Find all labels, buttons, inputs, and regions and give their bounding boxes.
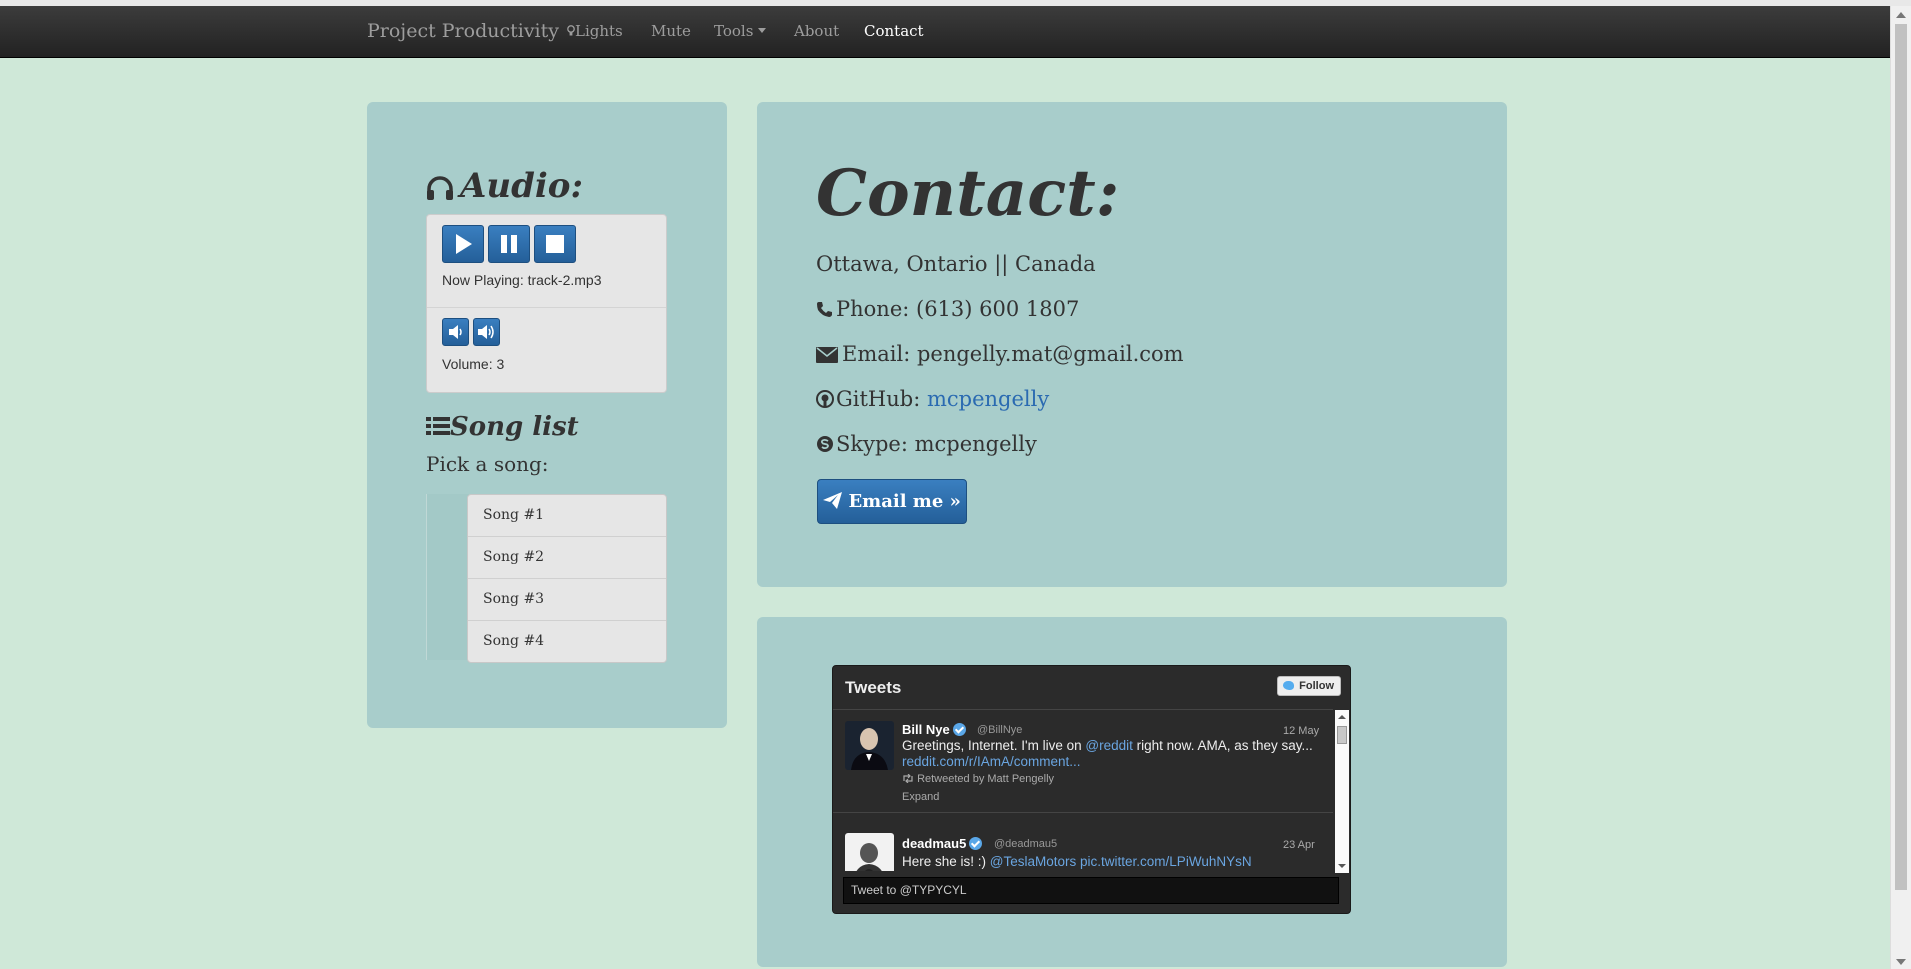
retweet-icon [903, 773, 913, 784]
tweet-divider [833, 812, 1333, 813]
phone-line: Phone: (613) 600 1807 [816, 297, 1079, 323]
verified-badge-icon [969, 837, 983, 850]
skype-icon [817, 436, 833, 452]
page-scrollbar[interactable] [1890, 6, 1911, 969]
expand-link[interactable]: Expand [902, 791, 939, 803]
scroll-up-arrow-icon[interactable] [1896, 12, 1906, 18]
pause-button[interactable] [488, 225, 530, 263]
nav-contact[interactable]: Contact [864, 22, 924, 40]
songlist-heading: Song list [426, 412, 579, 442]
audio-title: Audio: [460, 166, 584, 206]
tweets-divider [833, 709, 1333, 710]
email-me-button[interactable]: Email me » [817, 479, 967, 524]
volume-text: Volume: 3 [442, 356, 505, 372]
twitter-bird-icon [1283, 681, 1294, 690]
nav-tools[interactable]: Tools [714, 22, 767, 40]
follow-button[interactable]: Follow [1277, 676, 1341, 696]
paper-plane-icon [823, 492, 843, 509]
tweet-handle[interactable]: @BillNye [977, 724, 1022, 736]
skype-text: Skype: mcpengelly [836, 432, 1037, 456]
email-text: Email: pengelly.mat@gmail.com [842, 342, 1184, 366]
stop-button[interactable] [534, 225, 576, 263]
volume-down-button[interactable] [442, 318, 469, 346]
tweets-scrollbar[interactable] [1335, 710, 1349, 873]
tweet-author-name[interactable]: Bill Nye [902, 722, 969, 737]
song-item[interactable]: Song #1 [468, 495, 666, 537]
song-item[interactable]: Song #4 [468, 621, 666, 662]
tweet-author: Bill Nye [902, 722, 950, 737]
nav-lights[interactable]: Lights [567, 22, 623, 40]
tweet-text-a: Greetings, Internet. I'm live on [902, 738, 1086, 753]
tweet-author-name[interactable]: deadmau5 [902, 836, 985, 851]
url-link[interactable]: pic.twitter.com/LPiWuhNYsN [1080, 854, 1252, 869]
tweet-text-a: Here she is! :) [902, 854, 990, 869]
scrollbar-thumb[interactable] [1895, 24, 1907, 890]
volume-up-icon [478, 325, 494, 339]
tweet-text: Greetings, Internet. I'm live on @reddit… [902, 738, 1332, 770]
caret-down-icon [758, 28, 767, 33]
scroll-up-arrow-icon[interactable] [1335, 711, 1349, 723]
scroll-down-arrow-icon[interactable] [1335, 860, 1349, 872]
song-item[interactable]: Song #2 [468, 537, 666, 579]
github-link[interactable]: mcpengelly [927, 387, 1049, 411]
song-list-indent [426, 494, 469, 660]
tweet-to-input[interactable]: Tweet to @TYPYCYL [843, 877, 1339, 904]
url-link[interactable]: reddit.com/r/IAmA/comment... [902, 754, 1081, 769]
tweet-date[interactable]: 12 May [1283, 725, 1319, 737]
github-line: GitHub: mcpengelly [816, 387, 1049, 413]
retweet-line: Retweeted by Matt Pengelly [902, 773, 1054, 785]
nav-lights-label: Lights [575, 22, 623, 40]
avatar[interactable] [845, 721, 894, 770]
play-button[interactable] [442, 225, 484, 263]
volume-up-button[interactable] [473, 318, 500, 346]
tweet-text-b: right now. AMA, as they say... [1132, 738, 1313, 753]
retweet-text: Retweeted by Matt Pengelly [917, 773, 1055, 785]
verified-badge-icon [952, 723, 966, 736]
nav-about[interactable]: About [794, 22, 839, 40]
audio-heading: Audio: [426, 166, 583, 206]
tweet-handle[interactable]: @deadmau5 [994, 838, 1057, 850]
brand-link[interactable]: Project Productivity [367, 20, 559, 42]
github-icon [816, 390, 834, 408]
now-playing-text: Now Playing: track-2.mp3 [442, 272, 602, 288]
twitter-widget: Tweets Follow Bill Nye @BillNye 12 May G… [832, 665, 1351, 914]
phone-icon [817, 302, 832, 317]
github-label: GitHub: [836, 387, 927, 411]
nav-mute[interactable]: Mute [651, 22, 691, 40]
tweet-date[interactable]: 23 Apr [1283, 839, 1315, 851]
headphones-icon [427, 176, 453, 200]
pause-icon [501, 235, 517, 253]
player-divider [427, 307, 666, 308]
lightbulb-icon [567, 25, 575, 36]
song-item[interactable]: Song #3 [468, 579, 666, 621]
songlist-title: Song list [450, 412, 579, 442]
location-text: Ottawa, Ontario || Canada [816, 252, 1096, 276]
tweets-title: Tweets [845, 678, 902, 697]
follow-label: Follow [1299, 680, 1334, 692]
volume-down-icon [449, 325, 462, 339]
stop-icon [546, 235, 564, 253]
play-icon [456, 234, 472, 254]
envelope-icon [816, 347, 838, 363]
skype-line: Skype: mcpengelly [816, 432, 1037, 458]
tweet-author: deadmau5 [902, 836, 967, 851]
pick-song-prompt: Pick a song: [426, 452, 549, 476]
navbar: Project Productivity Lights Mute Tools A… [0, 6, 1890, 58]
email-me-label: Email me » [848, 491, 961, 512]
tweets-scroll-thumb[interactable] [1337, 726, 1347, 744]
tweet-text: Here she is! :) @TeslaMotors pic.twitter… [902, 854, 1332, 870]
song-list: Song #1 Song #2 Song #3 Song #4 [467, 494, 667, 663]
scroll-down-arrow-icon[interactable] [1896, 959, 1906, 965]
contact-heading: Contact: [816, 156, 1120, 231]
mention-link[interactable]: @reddit [1085, 738, 1132, 753]
mention-link[interactable]: @TeslaMotors [990, 854, 1076, 869]
audio-player: Now Playing: track-2.mp3 Volume: 3 [426, 214, 667, 393]
phone-text: Phone: (613) 600 1807 [836, 297, 1080, 321]
nav-tools-label: Tools [714, 22, 754, 40]
email-line: Email: pengelly.mat@gmail.com [816, 342, 1184, 368]
list-icon [426, 417, 450, 435]
